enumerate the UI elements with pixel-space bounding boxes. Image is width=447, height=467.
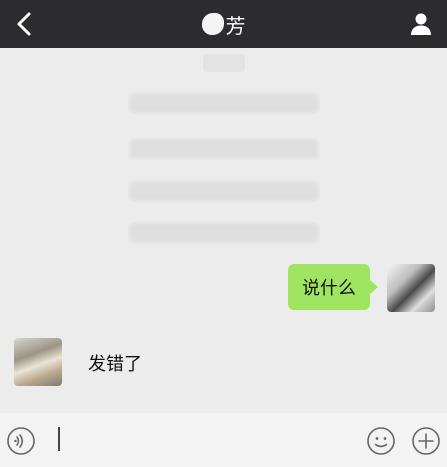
chat-title: 芳 [0,0,447,48]
chat-header: 芳 [0,0,447,48]
emoji-button[interactable] [366,426,396,456]
system-message-blurred [128,222,320,244]
person-icon [411,13,431,35]
plus-icon [412,427,440,455]
emoji-icon [367,427,395,455]
title-redaction [201,13,224,35]
system-message-blurred [128,138,320,160]
system-message-blurred [203,54,245,72]
voice-button[interactable] [6,426,36,456]
contact-avatar[interactable] [14,338,62,386]
message-bubble-sent[interactable]: 说什么 [288,264,378,310]
input-bar [0,413,447,467]
text-cursor[interactable] [58,427,60,451]
contact-name: 芳 [225,13,246,38]
my-avatar[interactable] [387,264,435,312]
message-text-received[interactable]: 发错了 [88,350,142,376]
message-text: 说什么 [302,278,356,299]
profile-button[interactable] [407,10,435,38]
system-message-blurred [128,92,320,114]
system-message-blurred [128,180,320,202]
voice-icon [7,427,35,455]
plus-button[interactable] [411,426,441,456]
system-messages-area [0,48,447,258]
